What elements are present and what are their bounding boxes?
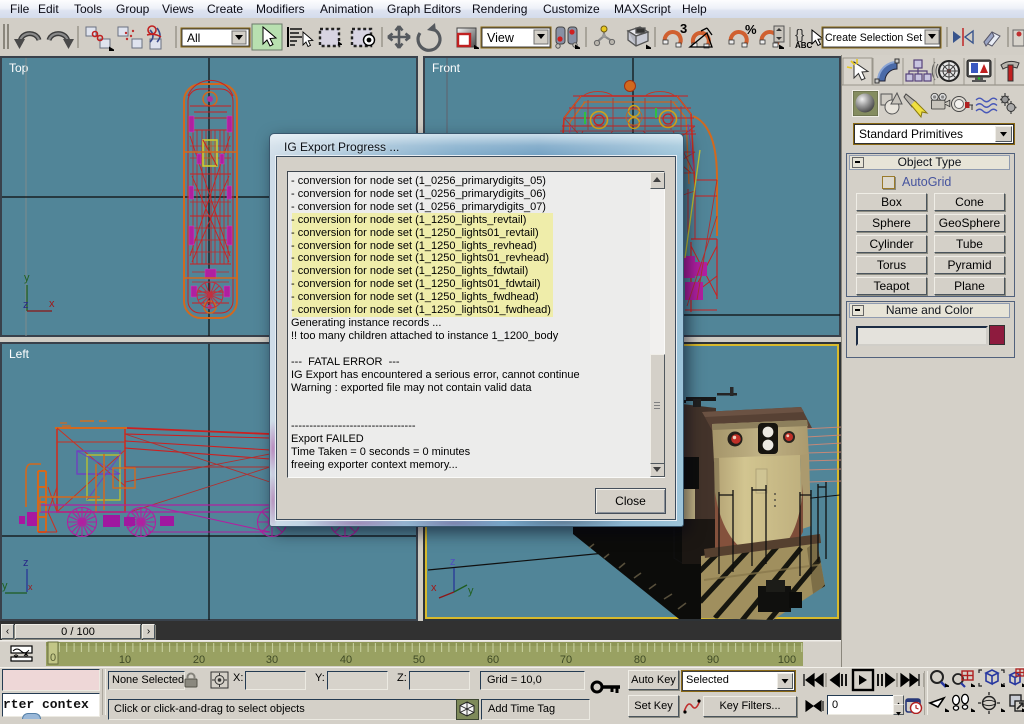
svg-text:z: z: [23, 299, 29, 311]
svg-text:y: y: [468, 585, 474, 597]
svg-text:{}: {}: [795, 26, 805, 42]
svg-text:30: 30: [266, 654, 278, 666]
svg-text:10: 10: [119, 654, 131, 666]
svg-text:x: x: [49, 298, 55, 310]
svg-text:Create Selection Set: Create Selection Set: [825, 32, 922, 44]
svg-text:y: y: [24, 272, 30, 284]
svg-text:View: View: [487, 31, 515, 45]
svg-text:50: 50: [413, 654, 425, 666]
svg-text:x: x: [431, 582, 437, 594]
svg-text:20: 20: [193, 654, 205, 666]
svg-text:100: 100: [778, 654, 796, 666]
svg-text:x: x: [28, 582, 33, 592]
svg-text:80: 80: [634, 654, 646, 666]
svg-text:60: 60: [487, 654, 499, 666]
svg-text:3: 3: [680, 21, 687, 36]
svg-text:y: y: [2, 580, 8, 592]
svg-text:z: z: [450, 556, 456, 568]
svg-text:ABC: ABC: [795, 41, 813, 50]
svg-text:All: All: [187, 31, 200, 45]
svg-text:%: %: [745, 22, 757, 37]
svg-text:40: 40: [340, 654, 352, 666]
svg-text:z: z: [23, 557, 29, 569]
svg-text:70: 70: [560, 654, 572, 666]
svg-text:90: 90: [707, 654, 719, 666]
svg-text:0: 0: [50, 652, 56, 664]
